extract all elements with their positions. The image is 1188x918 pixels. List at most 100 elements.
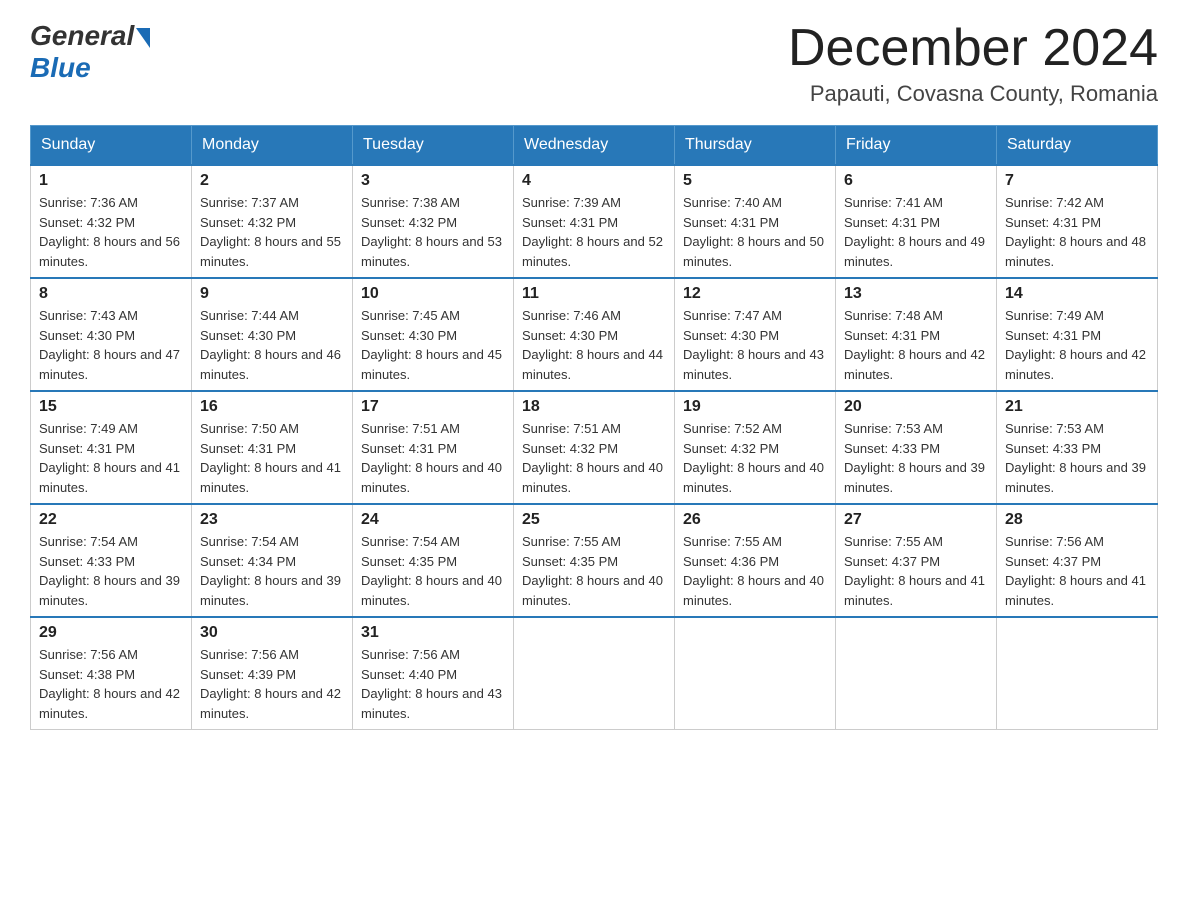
day-number: 29 (39, 624, 183, 642)
calendar-cell: 13Sunrise: 7:48 AMSunset: 4:31 PMDayligh… (836, 278, 997, 391)
day-number: 2 (200, 172, 344, 190)
day-number: 9 (200, 285, 344, 303)
calendar-cell: 2 Sunrise: 7:37 AMSunset: 4:32 PMDaylight… (192, 165, 353, 278)
logo-blue-text: Blue (30, 52, 91, 84)
day-number: 1 (39, 172, 183, 190)
day-number: 24 (361, 511, 505, 529)
title-section: December 2024 Papauti, Covasna County, R… (788, 20, 1158, 107)
day-info: Sunrise: 7:54 AMSunset: 4:33 PMDaylight:… (39, 532, 183, 610)
calendar-cell: 7 Sunrise: 7:42 AMSunset: 4:31 PMDaylight… (997, 165, 1158, 278)
day-info: Sunrise: 7:43 AMSunset: 4:30 PMDaylight:… (39, 306, 183, 384)
day-number: 14 (1005, 285, 1149, 303)
day-info: Sunrise: 7:42 AMSunset: 4:31 PMDaylight:… (1005, 193, 1149, 271)
calendar-cell: 25Sunrise: 7:55 AMSunset: 4:35 PMDayligh… (514, 504, 675, 617)
location-title: Papauti, Covasna County, Romania (788, 81, 1158, 107)
calendar-cell (997, 617, 1158, 730)
calendar-cell: 19 Sunrise: 7:52 AMSunset: 4:32 PMDayligh… (675, 391, 836, 504)
calendar-cell (836, 617, 997, 730)
day-info: Sunrise: 7:51 AMSunset: 4:32 PMDaylight:… (522, 419, 666, 497)
day-info: Sunrise: 7:46 AMSunset: 4:30 PMDaylight:… (522, 306, 666, 384)
week-row-5: 29Sunrise: 7:56 AMSunset: 4:38 PMDayligh… (31, 617, 1158, 730)
calendar-cell: 11Sunrise: 7:46 AMSunset: 4:30 PMDayligh… (514, 278, 675, 391)
logo-triangle-icon (136, 28, 150, 48)
day-number: 12 (683, 285, 827, 303)
week-row-3: 15 Sunrise: 7:49 AMSunset: 4:31 PMDayligh… (31, 391, 1158, 504)
calendar-cell: 26Sunrise: 7:55 AMSunset: 4:36 PMDayligh… (675, 504, 836, 617)
calendar-cell: 30 Sunrise: 7:56 AMSunset: 4:39 PMDayligh… (192, 617, 353, 730)
day-info: Sunrise: 7:38 AMSunset: 4:32 PMDaylight:… (361, 193, 505, 271)
day-number: 28 (1005, 511, 1149, 529)
day-info: Sunrise: 7:53 AMSunset: 4:33 PMDaylight:… (1005, 419, 1149, 497)
day-number: 19 (683, 398, 827, 416)
calendar-cell: 12 Sunrise: 7:47 AMSunset: 4:30 PMDayligh… (675, 278, 836, 391)
calendar-cell: 31 Sunrise: 7:56 AMSunset: 4:40 PMDayligh… (353, 617, 514, 730)
day-info: Sunrise: 7:47 AMSunset: 4:30 PMDaylight:… (683, 306, 827, 384)
calendar-cell: 4 Sunrise: 7:39 AMSunset: 4:31 PMDaylight… (514, 165, 675, 278)
day-info: Sunrise: 7:54 AMSunset: 4:35 PMDaylight:… (361, 532, 505, 610)
day-info: Sunrise: 7:55 AMSunset: 4:37 PMDaylight:… (844, 532, 988, 610)
calendar-header-saturday: Saturday (997, 126, 1158, 166)
day-number: 22 (39, 511, 183, 529)
day-number: 3 (361, 172, 505, 190)
calendar-cell: 20Sunrise: 7:53 AMSunset: 4:33 PMDayligh… (836, 391, 997, 504)
header: General Blue December 2024 Papauti, Cova… (30, 20, 1158, 107)
calendar-cell: 29Sunrise: 7:56 AMSunset: 4:38 PMDayligh… (31, 617, 192, 730)
calendar-cell (514, 617, 675, 730)
day-number: 15 (39, 398, 183, 416)
day-info: Sunrise: 7:36 AMSunset: 4:32 PMDaylight:… (39, 193, 183, 271)
day-info: Sunrise: 7:49 AMSunset: 4:31 PMDaylight:… (1005, 306, 1149, 384)
calendar-header-sunday: Sunday (31, 126, 192, 166)
day-info: Sunrise: 7:56 AMSunset: 4:40 PMDaylight:… (361, 645, 505, 723)
day-number: 18 (522, 398, 666, 416)
calendar-header-friday: Friday (836, 126, 997, 166)
day-info: Sunrise: 7:51 AMSunset: 4:31 PMDaylight:… (361, 419, 505, 497)
day-number: 31 (361, 624, 505, 642)
day-number: 30 (200, 624, 344, 642)
day-info: Sunrise: 7:56 AMSunset: 4:39 PMDaylight:… (200, 645, 344, 723)
logo: General Blue (30, 20, 150, 84)
day-number: 7 (1005, 172, 1149, 190)
day-info: Sunrise: 7:48 AMSunset: 4:31 PMDaylight:… (844, 306, 988, 384)
calendar-cell: 18 Sunrise: 7:51 AMSunset: 4:32 PMDayligh… (514, 391, 675, 504)
day-info: Sunrise: 7:37 AMSunset: 4:32 PMDaylight:… (200, 193, 344, 271)
calendar-cell: 17 Sunrise: 7:51 AMSunset: 4:31 PMDayligh… (353, 391, 514, 504)
day-number: 4 (522, 172, 666, 190)
calendar-cell: 6 Sunrise: 7:41 AMSunset: 4:31 PMDaylight… (836, 165, 997, 278)
calendar-cell: 23 Sunrise: 7:54 AMSunset: 4:34 PMDayligh… (192, 504, 353, 617)
day-info: Sunrise: 7:50 AMSunset: 4:31 PMDaylight:… (200, 419, 344, 497)
day-number: 17 (361, 398, 505, 416)
week-row-2: 8Sunrise: 7:43 AMSunset: 4:30 PMDaylight… (31, 278, 1158, 391)
day-number: 5 (683, 172, 827, 190)
logo-general-text: General (30, 20, 134, 52)
day-number: 25 (522, 511, 666, 529)
calendar-header-monday: Monday (192, 126, 353, 166)
day-info: Sunrise: 7:56 AMSunset: 4:37 PMDaylight:… (1005, 532, 1149, 610)
day-info: Sunrise: 7:39 AMSunset: 4:31 PMDaylight:… (522, 193, 666, 271)
day-info: Sunrise: 7:49 AMSunset: 4:31 PMDaylight:… (39, 419, 183, 497)
day-info: Sunrise: 7:54 AMSunset: 4:34 PMDaylight:… (200, 532, 344, 610)
day-info: Sunrise: 7:44 AMSunset: 4:30 PMDaylight:… (200, 306, 344, 384)
day-info: Sunrise: 7:53 AMSunset: 4:33 PMDaylight:… (844, 419, 988, 497)
calendar-cell (675, 617, 836, 730)
day-info: Sunrise: 7:52 AMSunset: 4:32 PMDaylight:… (683, 419, 827, 497)
calendar-cell: 24 Sunrise: 7:54 AMSunset: 4:35 PMDayligh… (353, 504, 514, 617)
day-info: Sunrise: 7:55 AMSunset: 4:36 PMDaylight:… (683, 532, 827, 610)
calendar-cell: 21 Sunrise: 7:53 AMSunset: 4:33 PMDayligh… (997, 391, 1158, 504)
day-info: Sunrise: 7:41 AMSunset: 4:31 PMDaylight:… (844, 193, 988, 271)
month-title: December 2024 (788, 20, 1158, 77)
day-number: 27 (844, 511, 988, 529)
week-row-4: 22 Sunrise: 7:54 AMSunset: 4:33 PMDayligh… (31, 504, 1158, 617)
calendar-cell: 3 Sunrise: 7:38 AMSunset: 4:32 PMDaylight… (353, 165, 514, 278)
week-row-1: 1 Sunrise: 7:36 AMSunset: 4:32 PMDaylight… (31, 165, 1158, 278)
day-number: 23 (200, 511, 344, 529)
calendar-cell: 14 Sunrise: 7:49 AMSunset: 4:31 PMDayligh… (997, 278, 1158, 391)
calendar-cell: 27 Sunrise: 7:55 AMSunset: 4:37 PMDayligh… (836, 504, 997, 617)
calendar-cell: 1 Sunrise: 7:36 AMSunset: 4:32 PMDaylight… (31, 165, 192, 278)
calendar-header-tuesday: Tuesday (353, 126, 514, 166)
calendar-cell: 9 Sunrise: 7:44 AMSunset: 4:30 PMDaylight… (192, 278, 353, 391)
day-number: 21 (1005, 398, 1149, 416)
day-number: 10 (361, 285, 505, 303)
day-number: 6 (844, 172, 988, 190)
calendar-header-thursday: Thursday (675, 126, 836, 166)
calendar-table: SundayMondayTuesdayWednesdayThursdayFrid… (30, 125, 1158, 730)
